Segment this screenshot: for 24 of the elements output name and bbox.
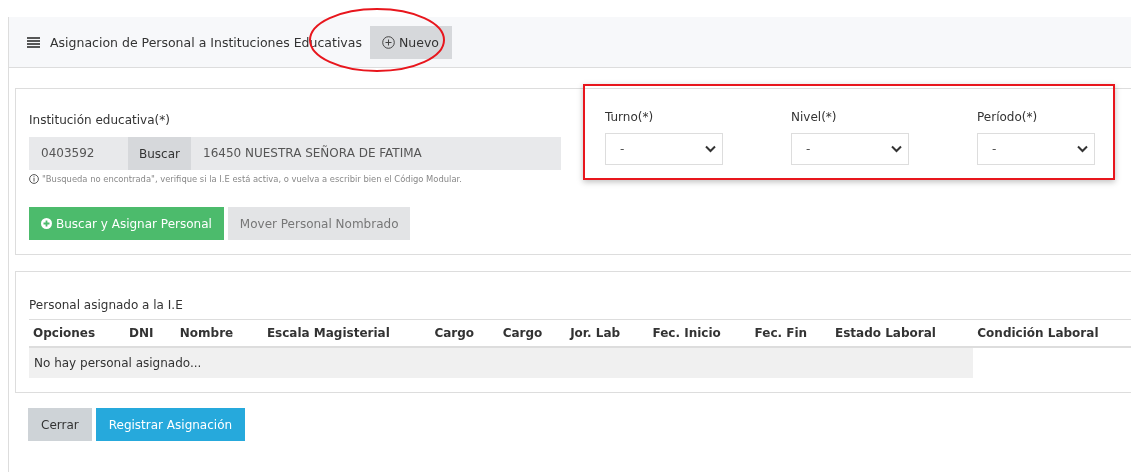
plus-circle-icon xyxy=(381,35,395,49)
chevron-down-icon xyxy=(1077,145,1088,153)
select-label: Nivel(*) xyxy=(791,110,838,124)
code-field[interactable]: 0403592 xyxy=(29,137,128,170)
select-label: Período(*) xyxy=(977,110,1039,124)
move-button[interactable]: Mover Personal Nombrado xyxy=(227,207,411,240)
section-title: Personal asignado a la I.E xyxy=(29,298,183,312)
empty-message: No hay personal asignado... xyxy=(29,347,974,378)
chevron-down-icon xyxy=(705,145,716,153)
dropdown[interactable]: - xyxy=(605,133,723,165)
new-button[interactable]: Nuevo xyxy=(369,25,452,59)
close-button[interactable]: Cerrar xyxy=(28,408,92,441)
select-label: Turno(*) xyxy=(605,110,655,124)
column-header: Condición Laboral xyxy=(973,319,1131,347)
info-icon xyxy=(29,174,39,184)
plus-circle-icon xyxy=(41,218,52,229)
chevron-down-icon xyxy=(891,145,902,153)
hint-text: "Busqueda no encontrada", verifique si la I.E está activa, o vuelva a escribir bien el Código Modular. xyxy=(42,174,462,184)
menu-icon[interactable] xyxy=(27,36,40,48)
dropdown[interactable]: - xyxy=(791,133,909,165)
institution-name-field: 16450 NUESTRA SEÑORA DE FATIMA xyxy=(191,137,561,170)
field-label: Institución educativa(*) xyxy=(29,113,171,127)
search-button[interactable]: Buscar xyxy=(128,137,191,170)
dropdown[interactable]: - xyxy=(977,133,1095,165)
